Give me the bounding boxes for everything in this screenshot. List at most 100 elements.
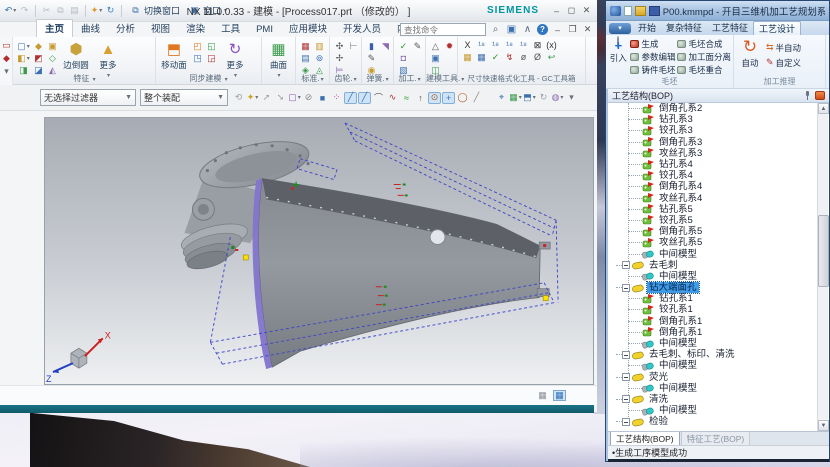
import-button[interactable]: 引入 [608, 37, 628, 77]
collapse-box-icon[interactable] [622, 284, 630, 292]
tab-视图[interactable]: 视图 [143, 20, 178, 37]
close-button[interactable]: ✕ [580, 5, 593, 17]
collapse-box-icon[interactable] [622, 261, 630, 269]
tree-item-去毛刺、标印、清洗[interactable]: 去毛刺、标印、清洗 [608, 349, 829, 360]
tree-item-荧光[interactable]: 荧光 [608, 372, 829, 383]
curve-snap-icon[interactable]: ≈ [400, 92, 413, 104]
layout-icon[interactable]: ▦▾ [509, 92, 522, 104]
km-button-参数编辑[interactable]: 参数编辑 [630, 51, 675, 63]
dialog-box-icon[interactable]: ▣ [505, 24, 518, 35]
format-brush-icon[interactable]: ✦▾ [90, 5, 103, 17]
arrow-se-icon[interactable]: ➘ [274, 92, 287, 104]
sketch-icon[interactable]: ▭ [0, 39, 13, 51]
stamp-icon[interactable]: ▦ [299, 40, 312, 52]
tree-item-中间模型[interactable]: 中间模型 [608, 338, 829, 349]
tree-item-钻大端面孔[interactable]: 钻大端面孔 [608, 282, 829, 293]
triangle-icon[interactable]: △ [429, 40, 442, 52]
stamp2-icon[interactable]: ◘ [397, 52, 410, 64]
km-app-menu-button[interactable]: ▾ [609, 23, 631, 34]
tab-曲线[interactable]: 曲线 [73, 20, 108, 37]
book-icon[interactable]: ▮ [365, 40, 378, 52]
graphics-viewport[interactable]: X Z [44, 117, 594, 385]
fmt1-icon[interactable]: ▦ [461, 51, 474, 63]
dim-px-icon[interactable]: (x) [545, 39, 558, 51]
zoom-window-icon[interactable]: ⌖ [495, 92, 508, 104]
brush-icon[interactable]: ◥ [379, 40, 392, 52]
km-button-铸件毛坯[interactable]: 铸件毛坯 [630, 64, 675, 76]
tree-item-铰孔系1[interactable]: 铰孔系1 [608, 304, 829, 315]
undo-icon[interactable]: ↶▾ [4, 5, 17, 17]
doc-close-button[interactable]: ✕ [581, 24, 594, 36]
rect-select-icon[interactable]: ▢▾ [288, 92, 301, 104]
tree-item-倒角孔系2[interactable]: 倒角孔系2 [608, 103, 829, 114]
mark-icon[interactable]: ✹ [443, 40, 456, 52]
unite-icon[interactable]: ◩ [32, 52, 45, 64]
auto-button[interactable]: ↻ 自动 [736, 37, 764, 77]
open-folder-icon[interactable] [635, 6, 646, 16]
minimize-button[interactable]: – [550, 5, 563, 17]
scatter-icon[interactable]: ⁘ [330, 92, 343, 104]
doc-restore-button[interactable]: ❐ [566, 24, 579, 36]
paste-icon[interactable]: ▤ [68, 5, 81, 17]
clip-icon[interactable]: ▤ [299, 52, 312, 64]
check-icon[interactable]: ✓ [397, 40, 410, 52]
km-button-加工面分离[interactable]: 加工面分离 [677, 51, 731, 63]
selection-filter-dropdown[interactable]: 无选择过滤器▼ [40, 89, 136, 106]
shaft-icon[interactable]: ⊢ [347, 40, 360, 52]
hole-icon[interactable]: ◧▾ [17, 52, 30, 64]
replace-face-icon[interactable]: ◳ [191, 52, 204, 64]
tree-item-钻孔系5[interactable]: 钻孔系5 [608, 204, 829, 215]
save-icon[interactable] [649, 6, 660, 16]
tree-item-铰孔系5[interactable]: 铰孔系5 [608, 215, 829, 226]
tree-item-中间模型[interactable]: 中间模型 [608, 248, 829, 259]
arrow-ne-icon[interactable]: ➚ [260, 92, 273, 104]
tree-item-铰孔系3[interactable]: 铰孔系3 [608, 125, 829, 136]
collapse-box-icon[interactable] [622, 395, 630, 403]
tree-item-倒角孔系5[interactable]: 倒角孔系5 [608, 226, 829, 237]
shell-icon[interactable]: ▣ [46, 40, 59, 52]
tab-应用模块[interactable]: 应用模块 [281, 20, 335, 37]
cascade-windows-icon[interactable]: ▦ [553, 390, 566, 401]
km-button-毛坯重合[interactable]: 毛坯重合 [677, 64, 731, 76]
tree-item-倒角孔系4[interactable]: 倒角孔系4 [608, 181, 829, 192]
window-button[interactable]: ▣ 窗口▾ [184, 3, 231, 18]
tree-item-倒角孔系1[interactable]: 倒角孔系1 [608, 316, 829, 327]
km-button-生成[interactable]: 生成 [630, 38, 675, 50]
tree-item-攻丝孔系4[interactable]: 攻丝孔系4 [608, 193, 829, 204]
selection-scope-dropdown[interactable]: 整个装配▼ [140, 89, 228, 106]
star-icon[interactable]: ✦▾ [246, 92, 259, 104]
tab-工艺特征[interactable]: 工艺特征 [707, 21, 753, 35]
km-button-半自动[interactable]: ⇆半自动 [766, 42, 801, 54]
tile-windows-icon[interactable]: ▦ [536, 390, 549, 401]
gear2-icon[interactable]: ✢ [333, 52, 346, 64]
tree-item-中间模型[interactable]: 中间模型 [608, 405, 829, 416]
maximize-button[interactable]: ◻ [565, 5, 578, 17]
dim-1-icon[interactable]: ¹⁸ [475, 39, 488, 51]
view-icon[interactable]: ▣ [429, 52, 442, 64]
revolve-icon[interactable]: ◆ [32, 40, 45, 52]
tree-item-攻丝孔系3[interactable]: 攻丝孔系3 [608, 148, 829, 159]
vector-icon[interactable]: ↑ [414, 92, 427, 104]
bop-panel-header[interactable]: 工艺结构(BOP) [608, 89, 829, 103]
dim-4-icon[interactable]: ¹⁸ [517, 39, 530, 51]
tab-开始[interactable]: 开始 [633, 21, 661, 35]
fmt-check-icon[interactable]: ✓ [489, 51, 502, 63]
tree-item-钻孔系3[interactable]: 钻孔系3 [608, 114, 829, 125]
move-face-button[interactable]: ⬒ 移动面 [159, 39, 189, 70]
bolt-icon[interactable]: ⊚ [313, 52, 326, 64]
surface-button[interactable]: ▦ 曲面▾ [265, 39, 292, 80]
edge-blend-button[interactable]: ⬢ 边倒圆 [61, 39, 91, 70]
refresh-icon[interactable]: ↻ [104, 5, 117, 17]
redo-icon[interactable]: ↷ [18, 5, 31, 17]
offset-face-icon[interactable]: ◱ [205, 40, 218, 52]
tab-渲染[interactable]: 渲染 [178, 20, 213, 37]
fmt-bolt-icon[interactable]: ↯ [503, 51, 516, 63]
tree-item-中间模型[interactable]: 中间模型 [608, 383, 829, 394]
tab-PMI[interactable]: PMI [248, 23, 281, 37]
help-icon[interactable]: ? [537, 24, 548, 35]
tree-item-清洗[interactable]: 清洗 [608, 394, 829, 405]
slash-icon[interactable]: ╱ [470, 92, 483, 104]
shaded-cube-icon[interactable]: ⬒▾ [523, 92, 536, 104]
datum-icon[interactable]: ◆ [0, 52, 13, 64]
arc-icon[interactable]: ⌒ [372, 92, 385, 104]
